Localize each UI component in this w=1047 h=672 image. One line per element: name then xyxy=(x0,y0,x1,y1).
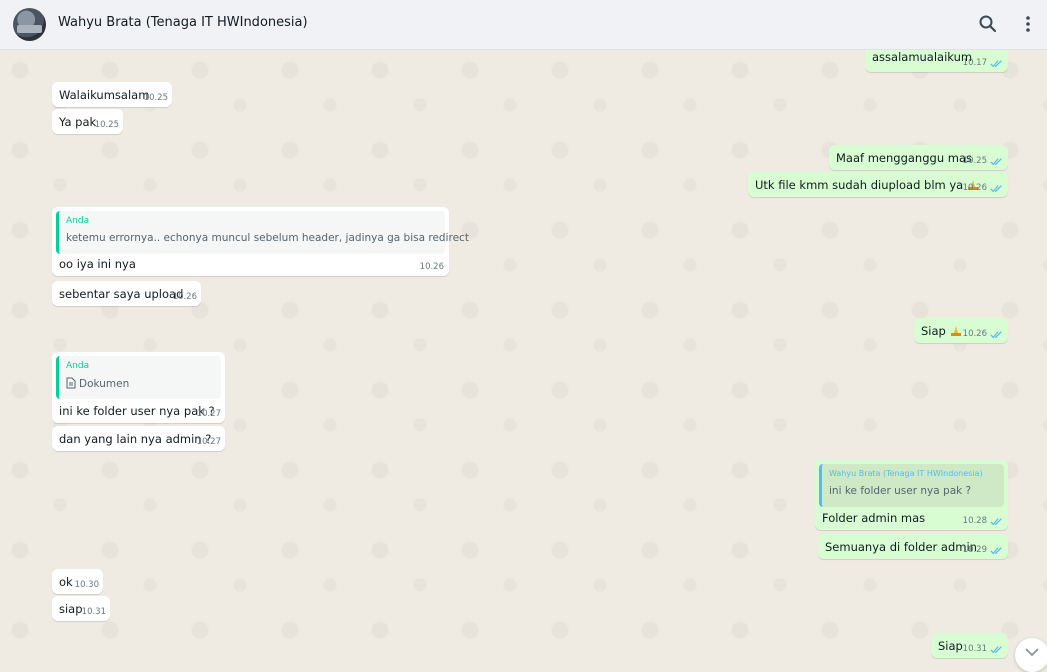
message-bubble-in[interactable]: Walaikumsalam 10.25 xyxy=(52,82,172,107)
message-time: 10.17 xyxy=(962,58,987,68)
quoted-author: Wahyu Brata (Tenaga IT HWIndonesia) xyxy=(829,469,983,478)
chat-area[interactable]: assalamualaikum 10.17 Walaikumsalam 10.2… xyxy=(0,50,1047,659)
message-text: Utk file kmm sudah diupload blm ya xyxy=(755,178,979,192)
quoted-author: Anda xyxy=(66,216,90,226)
scroll-to-bottom-button[interactable] xyxy=(1015,638,1047,672)
message-bubble-out[interactable]: Siap 10.26 xyxy=(914,318,1008,343)
message-bubble-out[interactable]: Siap 10.31 xyxy=(931,633,1008,658)
message-bubble-in[interactable]: dan yang lain nya admin ? 10.27 xyxy=(52,426,225,451)
quoted-text: ketemu errornya.. echonya muncul sebelum… xyxy=(66,232,469,244)
quoted-message[interactable]: Wahyu Brata (Tenaga IT HWIndonesia) ini … xyxy=(819,464,1004,507)
message-time: 10.26 xyxy=(962,329,987,339)
message-time: 10.27 xyxy=(196,409,221,419)
message-text: sebentar saya upload xyxy=(59,287,184,301)
message-time: 10.29 xyxy=(962,545,987,555)
document-icon xyxy=(66,377,76,389)
quoted-message[interactable]: Anda ketemu errornya.. echonya muncul se… xyxy=(56,211,469,254)
message-text-body: Siap xyxy=(921,324,946,338)
message-time: 10.28 xyxy=(962,516,987,526)
read-ticks-icon xyxy=(990,518,1002,526)
read-ticks-icon xyxy=(990,646,1002,654)
message-text: Siap xyxy=(938,639,963,653)
message-time: 10.31 xyxy=(81,607,106,617)
message-bubble-in[interactable]: ok 10.30 xyxy=(52,569,103,594)
message-text: Siap xyxy=(921,324,962,338)
quoted-author: Anda xyxy=(66,361,90,371)
search-icon[interactable] xyxy=(978,14,998,34)
message-time: 10.25 xyxy=(94,120,119,130)
message-bubble-out[interactable]: Semuanya di folder admin 10.29 xyxy=(818,534,1008,559)
quoted-message[interactable]: Anda Dokumen xyxy=(56,356,221,399)
message-time: 10.26 xyxy=(172,292,197,302)
message-bubble-out[interactable]: assalamualaikum 10.17 xyxy=(865,50,1008,72)
contact-name[interactable]: Wahyu Brata (Tenaga IT HWIndonesia) xyxy=(58,15,308,30)
message-text: Folder admin mas xyxy=(822,511,926,525)
contact-avatar[interactable] xyxy=(13,8,46,41)
message-text: ini ke folder user nya pak ? xyxy=(59,404,215,418)
message-text: dan yang lain nya admin ? xyxy=(59,432,212,446)
message-bubble-in[interactable]: Ya pak 10.25 xyxy=(52,109,123,134)
read-ticks-icon xyxy=(990,158,1002,166)
message-time: 10.30 xyxy=(74,580,99,590)
read-ticks-icon xyxy=(990,60,1002,68)
message-bubble-in[interactable]: Anda ketemu errornya.. echonya muncul se… xyxy=(52,207,469,276)
menu-icon[interactable] xyxy=(1018,14,1038,34)
message-text: oo iya ini nya xyxy=(59,257,136,271)
message-time: 10.26 xyxy=(419,262,444,272)
message-bubble-in[interactable]: sebentar saya upload 10.26 xyxy=(52,281,201,306)
message-text: Ya pak xyxy=(59,115,97,129)
chevron-down-icon xyxy=(1025,648,1039,657)
message-bubble-out[interactable]: Maaf mengganggu mas 10.25 xyxy=(829,145,1008,170)
message-text: ok xyxy=(59,575,73,589)
message-text: Semuanya di folder admin xyxy=(825,540,977,554)
folded-hands-icon xyxy=(950,326,961,336)
message-time: 10.27 xyxy=(196,437,221,447)
read-ticks-icon xyxy=(990,185,1002,193)
read-ticks-icon xyxy=(990,547,1002,555)
message-bubble-in[interactable]: siap 10.31 xyxy=(52,596,110,621)
message-text-body: Utk file kmm sudah diupload blm ya xyxy=(755,178,964,192)
chat-header: Wahyu Brata (Tenaga IT HWIndonesia) xyxy=(0,0,1047,50)
message-text: siap xyxy=(59,602,83,616)
message-time: 10.31 xyxy=(962,644,987,654)
message-time: 10.26 xyxy=(962,183,987,193)
read-ticks-icon xyxy=(990,331,1002,339)
message-bubble-in[interactable]: Anda Dokumen ini ke folder user nya pak … xyxy=(52,352,225,423)
message-text: assalamualaikum xyxy=(872,50,973,64)
message-text: Maaf mengganggu mas xyxy=(836,151,973,165)
quoted-text-body: Dokumen xyxy=(79,378,130,390)
message-bubble-out[interactable]: Wahyu Brata (Tenaga IT HWIndonesia) ini … xyxy=(815,460,1008,530)
message-time: 10.25 xyxy=(143,93,168,103)
message-bubble-out[interactable]: Utk file kmm sudah diupload blm ya 10.26 xyxy=(748,172,1008,197)
quoted-text: ini ke folder user nya pak ? xyxy=(829,485,972,497)
message-text: Walaikumsalam xyxy=(59,88,150,102)
quoted-text: Dokumen xyxy=(66,377,129,390)
message-time: 10.25 xyxy=(962,156,987,166)
